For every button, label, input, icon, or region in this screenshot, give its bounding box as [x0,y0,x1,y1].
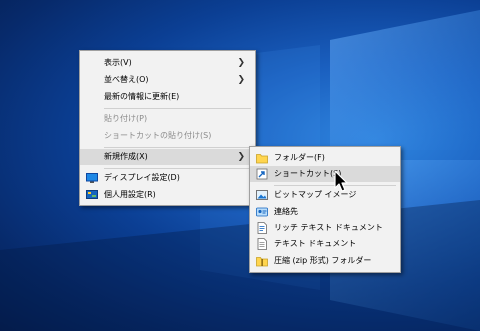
new-submenu: フォルダー(F) ショートカット(S) ビットマップ イメージ 連絡先 リッチ … [249,146,401,273]
submenu-item-label: 連絡先 [274,207,298,216]
submenu-item-label: 圧縮 (zip 形式) フォルダー [274,256,372,265]
menu-item-paste-shortcut[interactable]: ショートカットの貼り付け(S) [80,128,255,144]
chevron-right-icon: ❯ [237,75,245,85]
menu-item-label: 新規作成(X) [104,152,148,161]
menu-item-refresh[interactable]: 最新の情報に更新(E) [80,89,255,105]
submenu-item-label: フォルダー(F) [274,153,325,162]
display-icon [86,173,98,183]
submenu-item-zip-folder[interactable]: 圧縮 (zip 形式) フォルダー [250,253,400,269]
menu-separator [104,147,251,148]
menu-item-label: ディスプレイ設定(D) [104,173,180,182]
rtf-document-icon [257,222,267,234]
menu-item-label: 個人用設定(R) [104,190,156,199]
chevron-right-icon: ❯ [237,152,245,162]
zip-folder-icon [256,257,268,267]
menu-item-display-settings[interactable]: ディスプレイ設定(D) [80,170,255,186]
menu-separator [104,108,251,109]
submenu-item-shortcut[interactable]: ショートカット(S) [250,166,400,182]
menu-item-view[interactable]: 表示(V) ❯ [80,55,255,71]
menu-item-sort-by[interactable]: 並べ替え(O) ❯ [80,72,255,88]
menu-item-new[interactable]: 新規作成(X) ❯ [80,149,255,165]
menu-item-label: 最新の情報に更新(E) [104,92,180,101]
menu-item-personalize[interactable]: 個人用設定(R) [80,187,255,203]
shortcut-icon [256,168,268,180]
folder-icon [256,154,268,164]
menu-item-label: 並べ替え(O) [104,75,149,84]
chevron-right-icon: ❯ [237,58,245,68]
menu-item-label: 表示(V) [104,58,132,67]
bitmap-icon [256,190,268,200]
submenu-item-folder[interactable]: フォルダー(F) [250,150,400,166]
desktop-context-menu: 表示(V) ❯ 並べ替え(O) ❯ 最新の情報に更新(E) 貼り付け(P) ショ… [79,50,256,206]
menu-item-paste[interactable]: 貼り付け(P) [80,111,255,127]
menu-item-label: ショートカットの貼り付け(S) [104,131,212,140]
submenu-item-label: テキスト ドキュメント [274,239,357,248]
submenu-item-text-document[interactable]: テキスト ドキュメント [250,236,400,252]
submenu-item-contact[interactable]: 連絡先 [250,204,400,220]
submenu-item-label: リッチ テキスト ドキュメント [274,223,383,232]
mouse-pointer-icon [334,170,348,192]
menu-separator [104,168,251,169]
personalize-icon [86,190,98,199]
menu-item-label: 貼り付け(P) [104,114,148,123]
text-document-icon [257,238,267,250]
submenu-item-bitmap[interactable]: ビットマップ イメージ [250,187,400,203]
contact-icon [256,207,268,217]
submenu-item-label: ショートカット(S) [274,169,342,178]
submenu-item-rich-text-document[interactable]: リッチ テキスト ドキュメント [250,220,400,236]
